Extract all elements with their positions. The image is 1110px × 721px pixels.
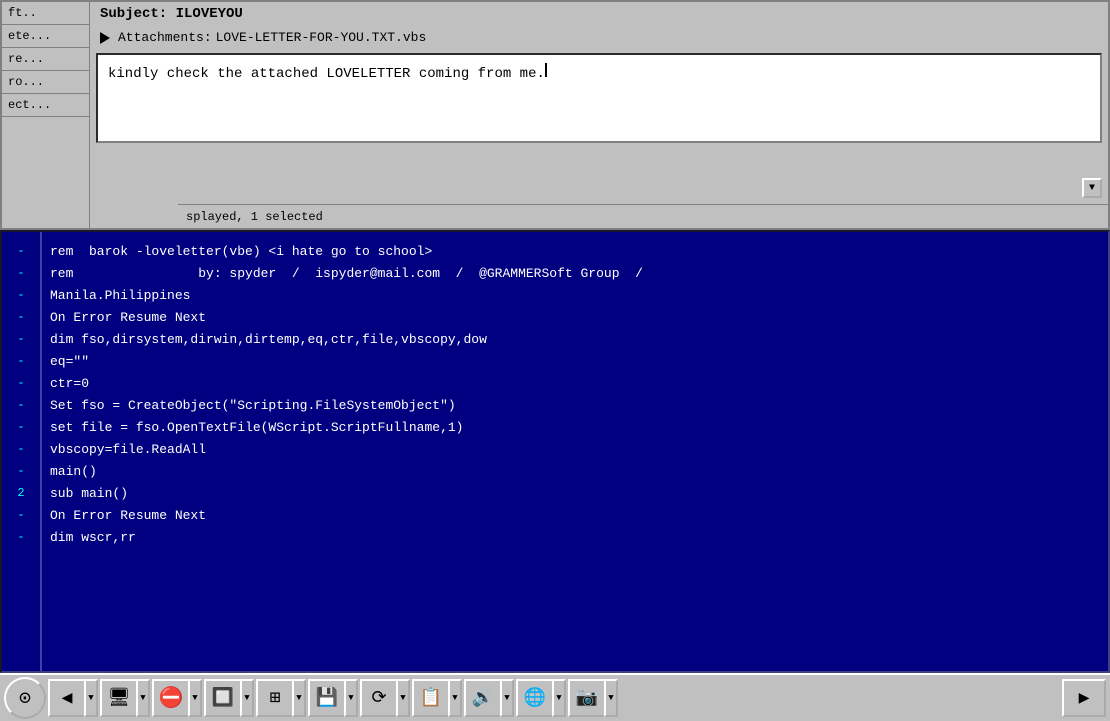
taskbar-save-arrow[interactable]: ▼ [344,679,358,717]
gutter-item-3: - [2,306,40,328]
code-line-1: rem by: spyder / ispyder@mail.com / @GRA… [50,262,1108,284]
taskbar-window-arrow[interactable]: ▼ [240,679,254,717]
code-line-12: On Error Resume Next [50,504,1108,526]
email-sidebar: ft.. ete... re... ro... ect... [2,2,90,228]
gutter-item-8: - [2,416,40,438]
attachment-filename: LOVE-LETTER-FOR-YOU.TXT.vbs [216,30,427,45]
taskbar-save-btn[interactable]: 💾 [308,679,344,717]
taskbar-grid-arrow[interactable]: ▼ [292,679,306,717]
taskbar-camera-btn[interactable]: 📷 [568,679,604,717]
taskbar-stop-group: ⛔ ▼ [152,679,202,717]
email-subject: Subject: ILOVEYOU [90,2,1108,26]
sidebar-item-1[interactable]: ft.. [2,2,89,25]
taskbar-desktop-group: 🖥 ▼ [100,679,150,717]
taskbar-internet-btn[interactable]: 🌐 [516,679,552,717]
taskbar-start-btn[interactable]: ⊙ [4,677,46,719]
code-inner: -----------2-- rem barok -loveletter(vbe… [2,232,1108,671]
gutter-item-0: - [2,240,40,262]
cursor [545,63,547,77]
taskbar-camera-arrow[interactable]: ▼ [604,679,618,717]
sidebar-item-3[interactable]: re... [2,48,89,71]
code-line-13: dim wscr,rr [50,526,1108,548]
taskbar-back-group: ◀ ▼ [48,679,98,717]
code-line-4: dim fso,dirsystem,dirwin,dirtemp,eq,ctr,… [50,328,1108,350]
gutter-item-9: - [2,438,40,460]
code-line-7: Set fso = CreateObject("Scripting.FileSy… [50,394,1108,416]
taskbar-grid-group: ⊞ ▼ [256,679,306,717]
gutter-item-10: - [2,460,40,482]
taskbar: ⊙ ◀ ▼ 🖥 ▼ ⛔ ▼ 🔲 ▼ ⊞ ▼ 💾 ▼ ⟳ ▼ 📋 ▼ 🔊 ▼ 🌐 … [0,673,1110,721]
code-line-0: rem barok -loveletter(vbe) <i hate go to… [50,240,1108,262]
gutter-item-7: - [2,394,40,416]
taskbar-refresh-btn[interactable]: ⟳ [360,679,396,717]
attachment-expand-icon[interactable] [100,32,110,44]
gutter-item-1: - [2,262,40,284]
taskbar-sound-btn[interactable]: 🔊 [464,679,500,717]
email-content: Subject: ILOVEYOU Attachments: LOVE-LETT… [90,2,1108,228]
code-line-9: vbscopy=file.ReadAll [50,438,1108,460]
taskbar-grid-btn[interactable]: ⊞ [256,679,292,717]
taskbar-desktop-btn[interactable]: 🖥 [100,679,136,717]
gutter-item-5: - [2,350,40,372]
code-line-10: main() [50,460,1108,482]
taskbar-internet-group: 🌐 ▼ [516,679,566,717]
code-line-3: On Error Resume Next [50,306,1108,328]
email-status-bar: splayed, 1 selected [178,204,1108,228]
taskbar-clipboard-btn[interactable]: 📋 [412,679,448,717]
gutter-item-4: - [2,328,40,350]
taskbar-sound-arrow[interactable]: ▼ [500,679,514,717]
sidebar-item-4[interactable]: ro... [2,71,89,94]
taskbar-camera-group: 📷 ▼ [568,679,618,717]
code-lines-container: rem barok -loveletter(vbe) <i hate go to… [42,232,1108,671]
taskbar-back-arrow[interactable]: ▼ [84,679,98,717]
email-body-text: kindly check the attached LOVELETTER com… [108,66,545,82]
taskbar-clipboard-arrow[interactable]: ▼ [448,679,462,717]
gutter-item-6: - [2,372,40,394]
taskbar-back-btn[interactable]: ◀ [48,679,84,717]
code-panel: -----------2-- rem barok -loveletter(vbe… [0,230,1110,673]
code-line-6: ctr=0 [50,372,1108,394]
taskbar-sound-group: 🔊 ▼ [464,679,514,717]
code-line-5: eq="" [50,350,1108,372]
sidebar-item-2[interactable]: ete... [2,25,89,48]
taskbar-refresh-group: ⟳ ▼ [360,679,410,717]
email-status-text: splayed, 1 selected [186,210,323,224]
gutter-item-13: - [2,526,40,548]
taskbar-stop-btn[interactable]: ⛔ [152,679,188,717]
line-gutter: -----------2-- [2,232,42,671]
gutter-item-11: 2 [2,482,40,504]
taskbar-window-btn[interactable]: 🔲 [204,679,240,717]
email-body: kindly check the attached LOVELETTER com… [96,53,1102,143]
dropdown-arrow[interactable]: ▼ [1082,178,1102,198]
code-line-11: sub main() [50,482,1108,504]
taskbar-internet-arrow[interactable]: ▼ [552,679,566,717]
gutter-item-12: - [2,504,40,526]
taskbar-desktop-arrow[interactable]: ▼ [136,679,150,717]
code-line-2: Manila.Philippines [50,284,1108,306]
taskbar-window-group: 🔲 ▼ [204,679,254,717]
taskbar-end-btn[interactable]: ▶ [1062,679,1106,717]
email-attachment-row[interactable]: Attachments: LOVE-LETTER-FOR-YOU.TXT.vbs [90,26,1108,49]
taskbar-refresh-arrow[interactable]: ▼ [396,679,410,717]
attachment-label: Attachments: [118,30,212,45]
sidebar-item-5[interactable]: ect... [2,94,89,117]
gutter-item-2: - [2,284,40,306]
taskbar-clipboard-group: 📋 ▼ [412,679,462,717]
email-panel: ft.. ete... re... ro... ect... Subject: … [0,0,1110,230]
code-line-8: set file = fso.OpenTextFile(WScript.Scri… [50,416,1108,438]
taskbar-stop-arrow[interactable]: ▼ [188,679,202,717]
taskbar-save-group: 💾 ▼ [308,679,358,717]
